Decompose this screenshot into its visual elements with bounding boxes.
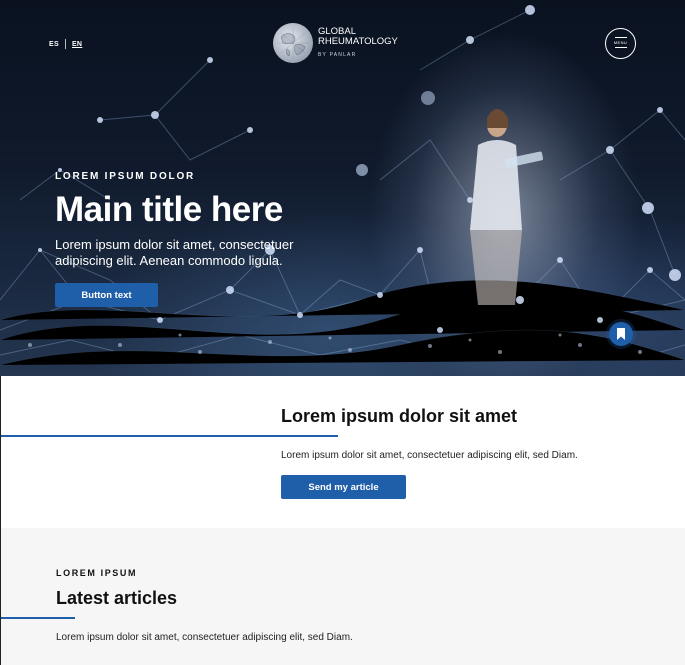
articles-eyebrow: LOREM IPSUM — [56, 568, 138, 578]
bookmark-button[interactable] — [609, 322, 633, 346]
send-article-button[interactable]: Send my article — [281, 475, 406, 499]
submit-article-section: Lorem ipsum dolor sit amet Lorem ipsum d… — [0, 376, 685, 528]
section-divider-line — [1, 617, 75, 619]
hero-cta-button[interactable]: Button text — [55, 283, 158, 307]
latest-articles-section: LOREM IPSUM Latest articles Lorem ipsum … — [0, 528, 685, 665]
site-logo[interactable]: GLOBAL RHEUMATOLOGY BY PANLAR — [273, 23, 398, 63]
menu-icon-bar — [614, 47, 627, 49]
hero-eyebrow: LOREM IPSUM DOLOR — [55, 171, 196, 182]
logo-text-line-3: BY PANLAR — [318, 51, 357, 58]
logo-text-line-2: RHEUMATOLOGY — [318, 35, 398, 47]
language-divider — [64, 39, 66, 49]
language-switcher: ES EN — [49, 39, 82, 49]
submit-section-title: Lorem ipsum dolor sit amet — [281, 406, 518, 426]
hero-title: Main title here — [55, 190, 283, 229]
language-es-link[interactable]: ES — [49, 41, 59, 48]
hero-copy: LOREM IPSUM DOLOR Main title here Lorem … — [55, 171, 345, 269]
globe-logo-icon — [273, 23, 313, 63]
bookmark-icon — [617, 328, 625, 340]
articles-section-text: Lorem ipsum dolor sit amet, consectetuer… — [56, 632, 353, 643]
submit-section-text: Lorem ipsum dolor sit amet, consectetuer… — [281, 450, 578, 461]
section-divider-line — [1, 435, 338, 437]
menu-icon-bar — [614, 36, 627, 38]
scientist-figure-illustration — [470, 109, 544, 305]
articles-section-title: Latest articles — [56, 588, 178, 608]
hero-banner: ES EN GLOBAL RHEUMATOLOGY BY PANLAR MENU… — [0, 0, 685, 376]
menu-label: MENU — [613, 40, 628, 45]
hero-text: Lorem ipsum dolor sit amet, consectetuer… — [55, 237, 294, 268]
menu-button[interactable]: MENU — [605, 28, 636, 59]
language-en-link[interactable]: EN — [72, 41, 82, 48]
logo-text-line-1: GLOBAL — [318, 25, 357, 37]
